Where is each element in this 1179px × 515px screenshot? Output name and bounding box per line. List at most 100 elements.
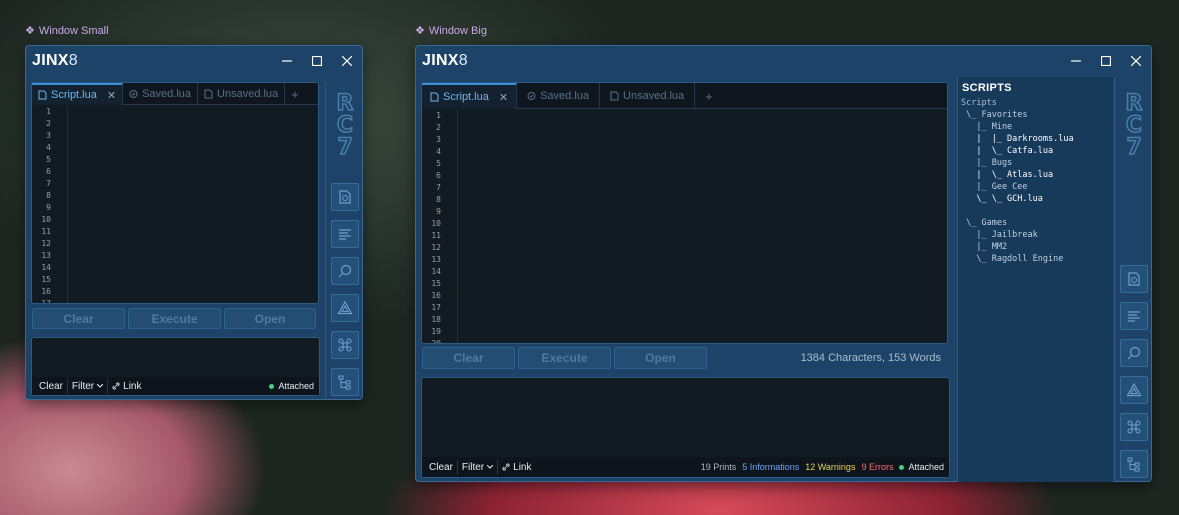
clear-button[interactable]: Clear (32, 308, 125, 329)
command-button[interactable] (331, 331, 359, 359)
tree-button[interactable] (1120, 450, 1148, 478)
line-number: 8 (46, 191, 51, 200)
window-big-label: ❖ Window Big (415, 24, 487, 38)
line-number: 2 (436, 123, 441, 132)
execute-button[interactable]: Execute (128, 308, 221, 329)
tab-script[interactable]: Script.lua ✕ (422, 83, 518, 109)
diamond-icon: ❖ (25, 25, 35, 37)
script-folder-item[interactable]: |_ Mine (961, 121, 1074, 133)
triangle-button[interactable] (331, 294, 359, 322)
triangle-button[interactable] (1120, 376, 1148, 404)
script-folder-item[interactable]: \_ Ragdoll Engine (961, 253, 1074, 265)
line-number: 13 (41, 251, 51, 260)
window-small-label-text: Window Small (38, 24, 109, 37)
window-small-label: ❖ Window Small (25, 24, 109, 38)
triangle-icon (337, 300, 353, 315)
minimize-button[interactable] (272, 46, 302, 76)
line-number: 10 (41, 215, 51, 224)
open-button[interactable]: Open (224, 308, 316, 329)
line-number: 12 (431, 243, 441, 252)
line-number: 7 (46, 179, 51, 188)
script-file-item[interactable]: | \_ Atlas.lua (961, 169, 1074, 181)
add-tab-button[interactable]: + (285, 83, 305, 105)
line-number: 11 (431, 231, 441, 240)
unsaved-file-icon (204, 89, 213, 99)
chevron-down-icon (97, 384, 104, 388)
attached-status: Attached (278, 381, 314, 391)
titlebar[interactable]: JINX8 (26, 46, 362, 76)
console-filter-button[interactable]: Filter (68, 378, 109, 394)
warnings-count: 12 Warnings (805, 462, 856, 472)
script-file-item[interactable]: | \_ Catfa.lua (961, 145, 1074, 157)
code-editor[interactable]: Script.lua ✕ Saved.lua Unsaved.lua + 123… (31, 82, 319, 304)
tab-script[interactable]: Script.lua ✕ (32, 83, 124, 105)
informations-count: 5 Informations (742, 462, 800, 472)
inject-button[interactable] (1120, 339, 1148, 367)
console-clear-button[interactable]: Clear (35, 378, 68, 394)
add-tab-button[interactable]: + (695, 83, 723, 109)
line-number: 18 (431, 315, 441, 324)
line-number: 14 (431, 267, 441, 276)
svg-text:7: 7 (1126, 135, 1141, 156)
minimize-icon (282, 60, 292, 62)
script-file-item[interactable]: \_ \_ GCH.lua (961, 193, 1074, 205)
tree-button[interactable] (331, 368, 359, 396)
console-output[interactable]: Clear Filter Link Attached (31, 337, 320, 396)
line-number: 19 (431, 327, 441, 336)
tab-saved[interactable]: Saved.lua (123, 83, 199, 105)
line-number: 16 (41, 287, 51, 296)
script-folder-item[interactable]: Scripts (961, 97, 1074, 109)
tool-sidebar: R C 7 (325, 82, 363, 400)
command-button[interactable] (1120, 413, 1148, 441)
link-icon (502, 463, 510, 471)
minimize-button[interactable] (1061, 46, 1091, 76)
line-gutter: 123456789101112131415161718 (32, 106, 68, 303)
tab-close-icon[interactable]: ✕ (499, 91, 508, 104)
tab-close-icon[interactable]: ✕ (107, 89, 116, 102)
tab-label: Script.lua (443, 91, 489, 103)
errors-count: 9 Errors (861, 462, 894, 472)
console-link-button[interactable]: Link (108, 379, 145, 394)
script-file-item[interactable]: | |_ Darkrooms.lua (961, 133, 1073, 145)
inject-button[interactable] (331, 257, 359, 285)
script-folder-item[interactable]: \_ Favorites (961, 109, 1074, 121)
code-editor[interactable]: Script.lua ✕ Saved.lua Unsaved.lua + 123… (421, 82, 948, 344)
brand: JINX8 (32, 52, 78, 69)
maximize-button[interactable] (302, 46, 332, 76)
open-button[interactable]: Open (614, 347, 707, 369)
close-button[interactable] (332, 46, 362, 76)
save-file-button[interactable] (331, 183, 359, 211)
line-number: 6 (46, 167, 51, 176)
tab-unsaved[interactable]: Unsaved.lua (600, 83, 696, 109)
console-output[interactable]: Clear Filter Link 19 Prints 5 Informatio… (421, 377, 950, 478)
console-clear-button[interactable]: Clear (425, 459, 458, 475)
maximize-button[interactable] (1091, 46, 1121, 76)
execute-button[interactable]: Execute (518, 347, 611, 369)
tab-label: Script.lua (51, 89, 97, 101)
console-link-button[interactable]: Link (498, 460, 535, 475)
window-big-label-text: Window Big (428, 24, 487, 37)
script-folder-item[interactable]: |_ Gee Cee (961, 181, 1074, 193)
script-folder-item[interactable]: |_ Jailbreak (961, 229, 1074, 241)
save-file-button[interactable] (1120, 265, 1148, 293)
format-button[interactable] (1120, 302, 1148, 330)
clear-button[interactable]: Clear (422, 347, 515, 369)
script-folder-item[interactable]: \_ Games (961, 217, 1074, 229)
console-status: Attached (269, 377, 314, 395)
script-folder-item[interactable]: |_ Bugs (961, 157, 1074, 169)
tab-saved[interactable]: Saved.lua (517, 83, 601, 109)
window-small: JINX8 Script.lua ✕ Saved.lua Unsaved.lua… (25, 45, 363, 400)
tab-unsaved[interactable]: Unsaved.lua (198, 83, 286, 105)
format-button[interactable] (331, 220, 359, 248)
tab-bar: Script.lua ✕ Saved.lua Unsaved.lua + (32, 83, 318, 105)
script-folder-item[interactable]: |_ MM2 (961, 241, 1074, 253)
line-number: 15 (41, 275, 51, 284)
format-lines-icon (339, 229, 351, 240)
titlebar[interactable]: JINX8 (416, 46, 1151, 76)
line-number: 13 (431, 255, 441, 264)
console-filter-button[interactable]: Filter (458, 459, 499, 475)
attached-status: Attached (908, 462, 944, 472)
line-number: 12 (41, 239, 51, 248)
close-button[interactable] (1121, 46, 1151, 76)
line-number: 8 (436, 195, 441, 204)
